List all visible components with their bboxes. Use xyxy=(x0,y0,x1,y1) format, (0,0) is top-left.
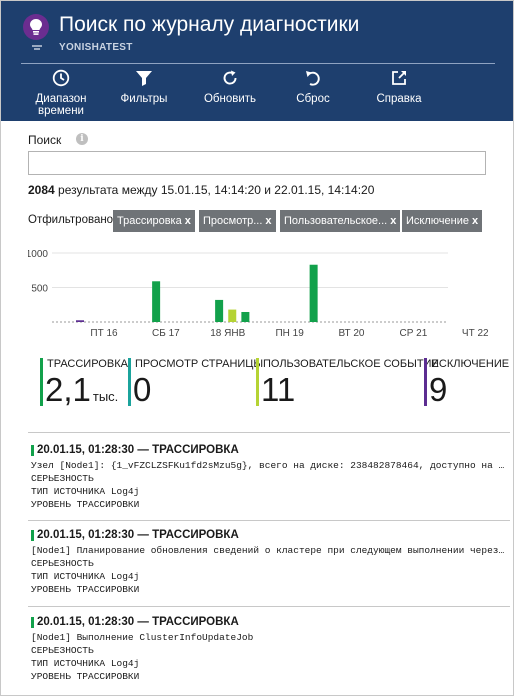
stat-value: 9 xyxy=(429,371,448,408)
lightbulb-icon xyxy=(23,14,49,40)
stat-color-bar xyxy=(40,358,43,406)
entry-message: Узел [Node1]: {1_vFZCLZSFKu1fd2sMzu5g}, … xyxy=(31,460,509,471)
external-link-icon xyxy=(367,69,431,89)
entry-separator xyxy=(28,606,510,607)
stat-value: 0 xyxy=(133,371,152,408)
reset-button[interactable]: Сброс xyxy=(281,69,345,105)
x-tick-label: ПН 19 xyxy=(275,328,304,339)
page-title: Поиск по журналу диагностики xyxy=(59,13,360,36)
stat-label: ПРОСМОТР СТРАНИЦЫ xyxy=(135,358,264,370)
entry-message: [Node1] Планирование обновления сведений… xyxy=(31,545,509,556)
filter-label: Отфильтровано xyxy=(28,214,114,226)
chart-bar xyxy=(228,309,237,322)
x-tick-label: ПТ 16 xyxy=(90,328,118,339)
chart-bar xyxy=(241,311,250,322)
x-tick-label: 18 ЯНВ xyxy=(210,328,245,339)
entry-source-type: ТИП ИСТОЧНИКА Log4j xyxy=(31,658,140,669)
stat-value: 2,1 тыс. xyxy=(45,371,119,408)
entry-source-type: ТИП ИСТОЧНИКА Log4j xyxy=(31,571,140,582)
search-input[interactable] xyxy=(28,151,486,175)
entry-separator xyxy=(28,520,510,521)
results-summary: 2084 результата между 15.01.15, 14:14:20… xyxy=(28,183,374,197)
chart-bar xyxy=(76,320,84,322)
entry-header: 20.01.15, 01:28:30 — ТРАССИРОВКА xyxy=(31,444,509,456)
stat-color-bar xyxy=(256,358,259,406)
stat-label: ИСКЛЮЧЕНИЕ xyxy=(431,358,510,370)
stat-label: ПОЛЬЗОВАТЕЛЬСКОЕ СОБЫТИЕ xyxy=(263,358,439,370)
resource-name: YONISHATEST xyxy=(59,42,133,53)
refresh-label: Обновить xyxy=(203,93,257,105)
stat-label: ТРАССИРОВКА xyxy=(47,358,128,370)
x-tick-label: ВТ 20 xyxy=(338,328,364,339)
chart-bar xyxy=(215,299,224,322)
blade-header: Поиск по журналу диагностики YONISHATEST… xyxy=(1,1,513,121)
remove-filter-icon[interactable]: x xyxy=(390,215,396,227)
filter-chip-label: Пользовательское... xyxy=(284,215,388,227)
time-range-label: Диапазон времени xyxy=(35,93,87,117)
chart-bar xyxy=(309,264,318,322)
stat-color-bar xyxy=(424,358,427,406)
y-tick-label: 1000 xyxy=(28,249,48,260)
entry-header: 20.01.15, 01:28:30 — ТРАССИРОВКА xyxy=(31,529,509,541)
entry-severity: СЕРЬЕЗНОСТЬ xyxy=(31,558,94,569)
refresh-button[interactable]: Обновить xyxy=(198,69,262,105)
filters-label: Фильтры xyxy=(120,93,168,105)
header-divider xyxy=(21,63,495,64)
help-button[interactable]: Справка xyxy=(367,69,431,105)
log-entry[interactable]: 20.01.15, 01:28:30 — ТРАССИРОВКА [Node1]… xyxy=(31,529,509,596)
filter-chip-label: Просмотр... xyxy=(203,215,263,227)
funnel-icon xyxy=(112,69,176,89)
log-entry[interactable]: 20.01.15, 01:28:30 — ТРАССИРОВКА [Node1]… xyxy=(31,616,509,683)
remove-filter-icon[interactable]: x xyxy=(472,215,478,227)
entry-header: 20.01.15, 01:28:30 — ТРАССИРОВКА xyxy=(31,616,509,628)
x-tick-label: ЧТ 22 xyxy=(462,328,488,339)
entry-severity: СЕРЬЕЗНОСТЬ xyxy=(31,645,94,656)
undo-icon xyxy=(281,69,345,89)
remove-filter-icon[interactable]: x xyxy=(185,215,191,227)
pin-icon xyxy=(32,45,42,50)
info-icon[interactable]: i xyxy=(76,133,88,145)
entry-severity: СЕРЬЕЗНОСТЬ xyxy=(31,473,94,484)
chart-bar xyxy=(152,281,161,322)
filters-button[interactable]: Фильтры xyxy=(112,69,176,105)
entry-level: УРОВЕНЬ ТРАССИРОВКИ xyxy=(31,671,140,682)
remove-filter-icon[interactable]: x xyxy=(265,215,271,227)
refresh-icon xyxy=(198,69,262,89)
events-chart: 1000 500 ПТ 16 СБ 17 18 ЯНВ ПН 19 ВТ 20 СР 21 ЧТ… xyxy=(28,249,488,339)
filter-chip-page-view[interactable]: Просмотр... x xyxy=(199,210,276,232)
reset-label: Сброс xyxy=(296,93,330,105)
results-count: 2084 xyxy=(28,183,55,197)
x-tick-label: СБ 17 xyxy=(152,328,180,339)
filter-chip-exception[interactable]: Исключение x xyxy=(402,210,483,232)
y-tick-label: 500 xyxy=(31,284,48,295)
results-range: результата между 15.01.15, 14:14:20 и 22… xyxy=(58,183,375,197)
search-label: Поиск xyxy=(28,133,62,147)
filter-chip-label: Исключение xyxy=(406,215,469,227)
log-entry[interactable]: 20.01.15, 01:28:30 — ТРАССИРОВКА Узел [N… xyxy=(31,444,509,511)
entry-separator xyxy=(28,432,510,433)
entry-message: [Node1] Выполнение ClusterInfoUpdateJob xyxy=(31,632,254,643)
entry-level: УРОВЕНЬ ТРАССИРОВКИ xyxy=(31,584,140,595)
x-tick-label: СР 21 xyxy=(399,328,427,339)
stat-value: 11 xyxy=(261,371,296,408)
help-label: Справка xyxy=(376,93,422,105)
stat-color-bar xyxy=(128,358,131,406)
stat-unit: тыс. xyxy=(92,389,119,404)
filter-chip-custom-event[interactable]: Пользовательское... x xyxy=(280,210,401,232)
filter-chip-trace[interactable]: Трассировка x xyxy=(113,210,195,232)
entry-level: УРОВЕНЬ ТРАССИРОВКИ xyxy=(31,499,140,510)
entry-source-type: ТИП ИСТОЧНИКА Log4j xyxy=(31,486,140,497)
clock-icon xyxy=(25,69,97,89)
filter-chip-label: Трассировка xyxy=(117,215,182,227)
time-range-button[interactable]: Диапазон времени xyxy=(25,69,97,117)
